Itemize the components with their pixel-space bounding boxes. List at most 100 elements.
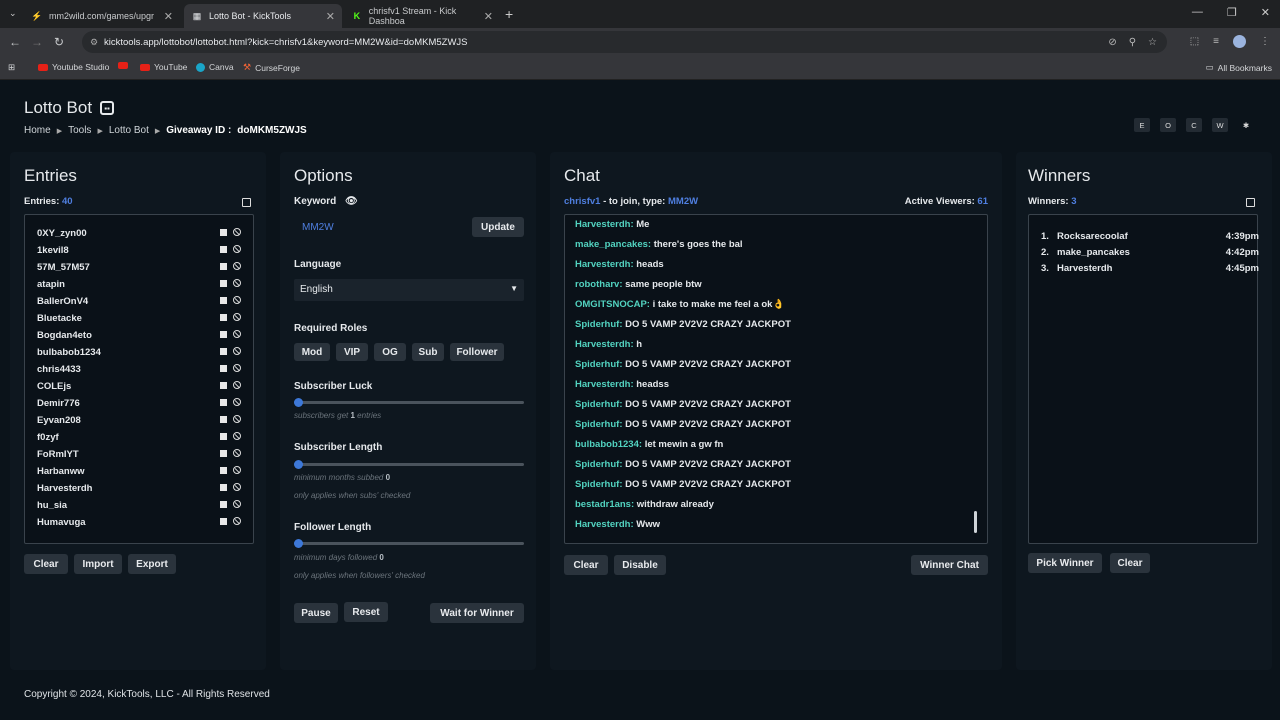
role-follower-toggle[interactable]: Follower [450, 343, 504, 361]
chat-username[interactable]: Harvesterdh: [575, 259, 634, 270]
slider-knob[interactable] [294, 539, 303, 548]
ban-icon[interactable] [233, 432, 241, 440]
theme-c-button[interactable]: C [1186, 118, 1202, 132]
close-tab-icon[interactable]: ✕ [164, 10, 173, 23]
select-checkbox-icon[interactable] [220, 313, 227, 321]
ban-icon[interactable] [233, 415, 241, 423]
tab-lotto-bot[interactable]: ▦ Lotto Bot - KickTools ✕ [184, 4, 342, 28]
chat-username[interactable]: robotharv: [575, 279, 623, 290]
chat-username[interactable]: Spiderhuf: [575, 319, 623, 330]
select-checkbox-icon[interactable] [220, 262, 227, 270]
update-button[interactable]: Update [472, 217, 524, 237]
chat-username[interactable]: Spiderhuf: [575, 479, 623, 490]
sub-luck-slider[interactable] [294, 398, 524, 407]
profile-avatar[interactable] [1233, 35, 1246, 48]
chat-username[interactable]: bulbabob1234: [575, 439, 642, 450]
chat-username[interactable]: Harvesterdh: [575, 339, 634, 350]
chat-username[interactable]: Harvesterdh: [575, 219, 634, 230]
chat-username[interactable]: OMGITSNOCAP: [575, 299, 650, 310]
entries-export-button[interactable]: Export [128, 554, 176, 574]
role-mod-toggle[interactable]: Mod [294, 343, 330, 361]
chat-username[interactable]: Spiderhuf: [575, 359, 623, 370]
ban-icon[interactable] [233, 296, 241, 304]
theme-e-button[interactable]: E [1134, 118, 1150, 132]
select-checkbox-icon[interactable] [220, 449, 227, 457]
winner-chat-button[interactable]: Winner Chat [911, 555, 988, 575]
camera-off-icon[interactable]: ⊘ [1108, 37, 1116, 48]
ban-icon[interactable] [233, 330, 241, 338]
role-vip-toggle[interactable]: VIP [336, 343, 368, 361]
slider-knob[interactable] [294, 398, 303, 407]
select-checkbox-icon[interactable] [220, 330, 227, 338]
copy-icon[interactable] [1246, 198, 1255, 207]
select-checkbox-icon[interactable] [220, 466, 227, 474]
chat-clear-button[interactable]: Clear [564, 555, 608, 575]
ban-icon[interactable] [233, 279, 241, 287]
zoom-icon[interactable]: ⚲ [1129, 37, 1136, 48]
back-icon[interactable]: ← [4, 35, 26, 49]
slider-knob[interactable] [294, 460, 303, 469]
ban-icon[interactable] [233, 449, 241, 457]
select-checkbox-icon[interactable] [220, 517, 227, 525]
bookmark-curseforge[interactable]: ⚒ CurseForge [243, 62, 300, 73]
close-window-icon[interactable]: ✕ [1261, 6, 1270, 19]
all-bookmarks[interactable]: ▭ All Bookmarks [1206, 62, 1272, 73]
entries-clear-button[interactable]: Clear [24, 554, 68, 574]
select-checkbox-icon[interactable] [220, 432, 227, 440]
minimize-icon[interactable]: — [1192, 6, 1203, 19]
chat-username[interactable]: bestadr1ans: [575, 499, 634, 510]
close-tab-icon[interactable]: ✕ [326, 10, 335, 23]
new-tab-icon[interactable]: + [505, 6, 513, 22]
eye-icon[interactable]: 👁 [345, 196, 358, 207]
select-checkbox-icon[interactable] [220, 415, 227, 423]
ban-icon[interactable] [233, 483, 241, 491]
pause-button[interactable]: Pause [294, 603, 338, 623]
winners-clear-button[interactable]: Clear [1110, 553, 1150, 573]
ban-icon[interactable] [233, 517, 241, 525]
pick-winner-button[interactable]: Pick Winner [1028, 553, 1102, 573]
menu-icon[interactable]: ⋮ [1260, 36, 1270, 47]
restore-icon[interactable]: ❐ [1227, 6, 1237, 19]
tab-kick-dashboard[interactable]: K chrisfv1 Stream - Kick Dashboa ✕ [344, 4, 500, 28]
ban-icon[interactable] [233, 398, 241, 406]
bookmark-youtube[interactable]: YouTube [140, 62, 187, 72]
reset-button[interactable]: Reset [344, 602, 388, 622]
chat-username[interactable]: Harvesterdh: [575, 519, 634, 530]
media-icon[interactable]: ≡ [1213, 36, 1219, 47]
chat-disable-button[interactable]: Disable [614, 555, 666, 575]
forward-icon[interactable]: → [26, 35, 48, 49]
ban-icon[interactable] [233, 500, 241, 508]
chat-username[interactable]: Spiderhuf: [575, 459, 623, 470]
select-checkbox-icon[interactable] [220, 228, 227, 236]
bookmark-canva[interactable]: Canva [196, 62, 234, 72]
select-checkbox-icon[interactable] [220, 381, 227, 389]
role-sub-toggle[interactable]: Sub [412, 343, 444, 361]
chat-username[interactable]: Spiderhuf: [575, 419, 623, 430]
apps-icon[interactable]: ⊞ [8, 62, 15, 73]
chat-username[interactable]: Spiderhuf: [575, 399, 623, 410]
extensions-icon[interactable]: ⬚ [1190, 36, 1199, 47]
ban-icon[interactable] [233, 262, 241, 270]
select-checkbox-icon[interactable] [220, 245, 227, 253]
bookmark-youtube-studio[interactable]: Youtube Studio [38, 62, 109, 72]
url-bar[interactable]: ⚙ kicktools.app/lottobot/lottobot.html?k… [82, 31, 1167, 53]
ban-icon[interactable] [233, 364, 241, 372]
ban-icon[interactable] [233, 245, 241, 253]
reload-icon[interactable]: ↻ [48, 35, 70, 49]
select-checkbox-icon[interactable] [220, 500, 227, 508]
select-checkbox-icon[interactable] [220, 279, 227, 287]
language-select[interactable]: English ▼ [294, 279, 524, 301]
copy-icon[interactable] [242, 198, 251, 207]
theme-o-button[interactable]: O [1160, 118, 1176, 132]
ban-icon[interactable] [233, 313, 241, 321]
select-checkbox-icon[interactable] [220, 296, 227, 304]
ban-icon[interactable] [233, 228, 241, 236]
chat-scrollbar[interactable] [974, 511, 977, 533]
ban-icon[interactable] [233, 381, 241, 389]
select-checkbox-icon[interactable] [220, 483, 227, 491]
select-checkbox-icon[interactable] [220, 398, 227, 406]
entries-import-button[interactable]: Import [74, 554, 122, 574]
star-icon[interactable]: ☆ [1148, 37, 1157, 48]
wait-for-winner-button[interactable]: Wait for Winner [430, 603, 524, 623]
tab-search-icon[interactable]: ⌄ [9, 8, 17, 19]
